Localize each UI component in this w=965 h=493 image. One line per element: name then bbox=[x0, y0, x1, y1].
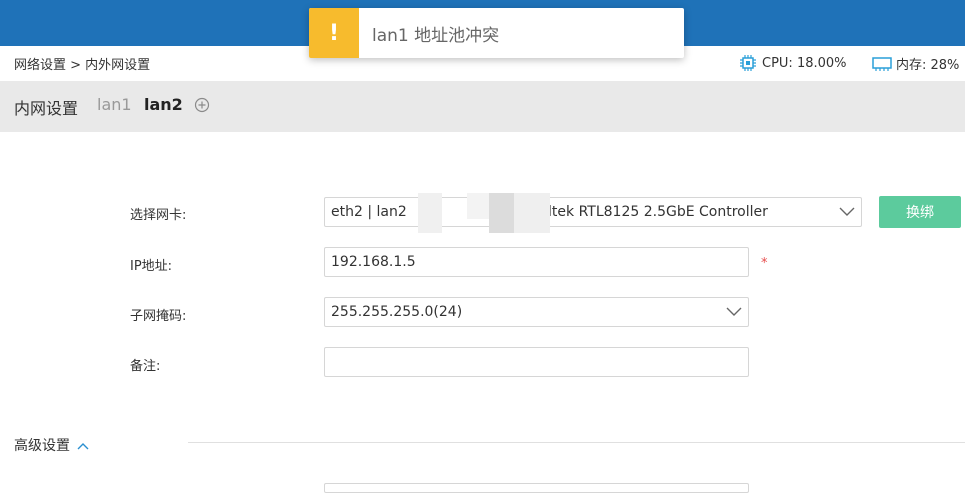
exclamation-icon: ! bbox=[309, 8, 359, 58]
note-label: 备注: bbox=[130, 359, 161, 374]
ip-input[interactable] bbox=[324, 247, 749, 277]
conflict-toast: ! lan1 地址池冲突 bbox=[309, 8, 684, 58]
mask-select[interactable]: 255.255.255.0(24) bbox=[324, 297, 749, 327]
advanced-settings-label: 高级设置 bbox=[14, 438, 70, 454]
memory-usage-label: 内存: 28% bbox=[896, 58, 960, 73]
nic-select[interactable]: eth2 | lan2 Realtek RTL8125 2.5GbE Contr… bbox=[324, 197, 862, 227]
mask-label: 子网掩码: bbox=[130, 309, 187, 324]
tab-bar: 内网设置 lan1 lan2 bbox=[0, 81, 965, 132]
chevron-down-icon bbox=[839, 207, 855, 216]
section-title: 内网设置 bbox=[14, 99, 79, 118]
redacted-area bbox=[514, 193, 550, 233]
add-tab-icon[interactable] bbox=[194, 97, 210, 113]
note-input[interactable] bbox=[324, 347, 749, 377]
ip-label: IP地址: bbox=[130, 259, 173, 274]
redacted-area bbox=[418, 193, 442, 233]
cpu-usage: CPU: 18.00% bbox=[738, 54, 847, 72]
breadcrumb: 网络设置 > 内外网设置 bbox=[14, 58, 151, 73]
redacted-area bbox=[467, 193, 489, 219]
divider bbox=[188, 442, 965, 443]
rebind-button[interactable]: 换绑 bbox=[879, 196, 961, 228]
nic-select-suffix: Realtek RTL8125 2.5GbE Controller bbox=[521, 204, 768, 220]
redacted-area bbox=[489, 193, 514, 233]
toast-message: lan1 地址池冲突 bbox=[372, 25, 500, 46]
nic-select-prefix: eth2 | lan2 bbox=[331, 204, 407, 220]
advanced-field[interactable] bbox=[324, 483, 749, 493]
memory-icon bbox=[872, 56, 892, 71]
required-mark: * bbox=[761, 256, 768, 271]
tab-lan2[interactable]: lan2 bbox=[144, 95, 183, 114]
cpu-icon bbox=[740, 55, 756, 71]
advanced-settings-toggle[interactable]: 高级设置 bbox=[14, 435, 89, 455]
memory-usage: 内存: 28% bbox=[872, 54, 959, 73]
nic-label: 选择网卡: bbox=[130, 208, 187, 223]
tab-lan1[interactable]: lan1 bbox=[97, 95, 132, 114]
chevron-down-icon bbox=[726, 307, 742, 316]
cpu-usage-label: CPU: 18.00% bbox=[762, 55, 847, 71]
chevron-up-icon bbox=[77, 443, 89, 450]
mask-select-value: 255.255.255.0(24) bbox=[331, 304, 463, 320]
